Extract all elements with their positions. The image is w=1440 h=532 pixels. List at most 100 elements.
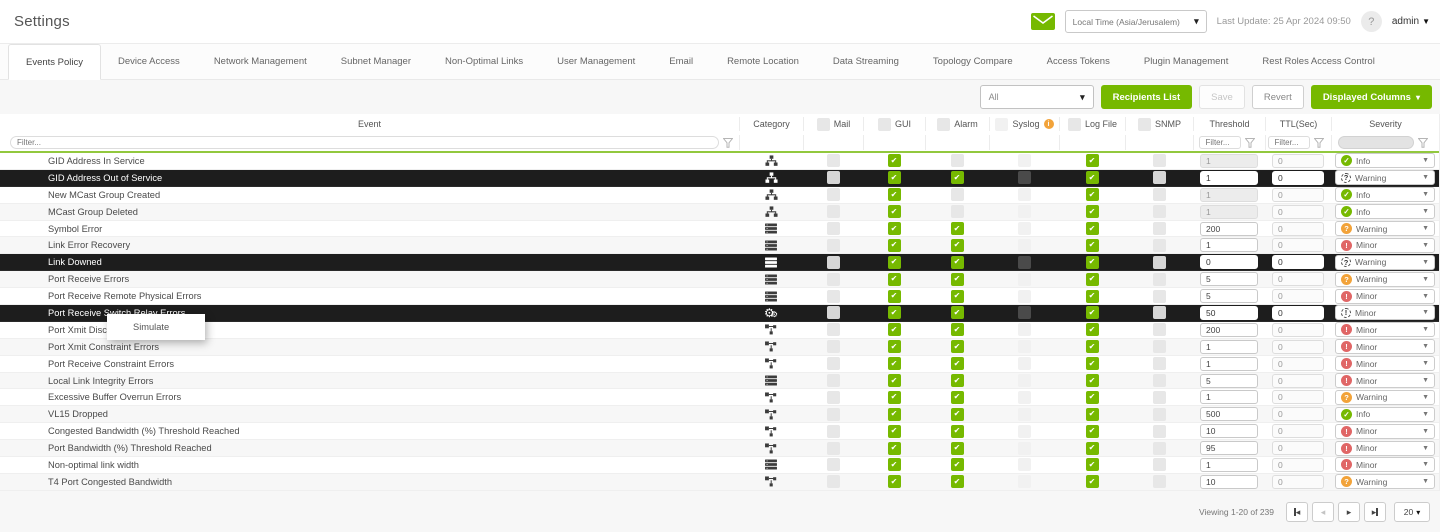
mail-checkbox[interactable]: [827, 323, 840, 336]
gui-checkbox[interactable]: [888, 340, 901, 353]
ttl-input[interactable]: [1272, 458, 1324, 472]
context-menu-item-simulate[interactable]: Simulate: [107, 314, 205, 340]
threshold-input[interactable]: [1200, 323, 1258, 337]
snmp-checkbox[interactable]: [1153, 425, 1166, 438]
syslog-checkbox[interactable]: [1018, 442, 1031, 455]
gui-checkbox[interactable]: [888, 256, 901, 269]
mail-checkbox[interactable]: [827, 442, 840, 455]
event-filter-input[interactable]: [10, 136, 719, 149]
threshold-input[interactable]: [1200, 205, 1258, 219]
table-row[interactable]: VL15 Dropped✓Info▼: [0, 406, 1439, 423]
threshold-input[interactable]: [1200, 458, 1258, 472]
previous-page-button[interactable]: ◂: [1312, 502, 1334, 522]
ttl-input[interactable]: [1272, 424, 1324, 438]
alarm-checkbox[interactable]: [951, 323, 964, 336]
table-row[interactable]: Non-optimal link width!Minor▼: [0, 457, 1439, 474]
threshold-input[interactable]: [1200, 390, 1258, 404]
tab-network-management[interactable]: Network Management: [197, 44, 324, 79]
mail-checkbox[interactable]: [827, 239, 840, 252]
snmp-checkbox[interactable]: [1153, 171, 1166, 184]
severity-select[interactable]: ✓Info▼: [1335, 153, 1435, 168]
alarm-checkbox[interactable]: [951, 306, 964, 319]
threshold-input[interactable]: [1200, 306, 1258, 320]
snmp-checkbox[interactable]: [1153, 222, 1166, 235]
syslog-checkbox[interactable]: [1018, 340, 1031, 353]
syslog-checkbox[interactable]: [1018, 222, 1031, 235]
log-checkbox[interactable]: [1086, 188, 1099, 201]
gui-checkbox[interactable]: [888, 306, 901, 319]
ttl-input[interactable]: [1272, 357, 1324, 371]
tab-topology-compare[interactable]: Topology Compare: [916, 44, 1030, 79]
mail-checkbox[interactable]: [827, 154, 840, 167]
mail-checkbox[interactable]: [827, 171, 840, 184]
save-button[interactable]: Save: [1199, 85, 1245, 109]
threshold-input[interactable]: [1200, 357, 1258, 371]
ttl-input[interactable]: [1272, 205, 1324, 219]
ttl-input[interactable]: [1272, 238, 1324, 252]
severity-select[interactable]: !Minor▼: [1335, 322, 1435, 337]
syslog-checkbox[interactable]: [1018, 273, 1031, 286]
syslog-info-icon[interactable]: i: [1044, 119, 1054, 129]
gui-checkbox[interactable]: [888, 188, 901, 201]
threshold-filter-input[interactable]: [1199, 136, 1241, 149]
syslog-checkbox[interactable]: [1018, 256, 1031, 269]
syslog-checkbox[interactable]: [1018, 239, 1031, 252]
table-row[interactable]: GID Address Out of Service?Warning▼: [0, 170, 1439, 187]
next-page-button[interactable]: ▸: [1338, 502, 1360, 522]
snmp-checkbox[interactable]: [1153, 458, 1166, 471]
severity-select[interactable]: ?Warning▼: [1335, 170, 1435, 185]
snmp-checkbox[interactable]: [1153, 374, 1166, 387]
syslog-checkbox[interactable]: [1018, 306, 1031, 319]
mail-checkbox[interactable]: [827, 340, 840, 353]
gui-checkbox[interactable]: [888, 475, 901, 488]
ttl-input[interactable]: [1272, 306, 1324, 320]
alarm-checkbox[interactable]: [951, 188, 964, 201]
severity-select[interactable]: ?Warning▼: [1335, 221, 1435, 236]
tab-data-streaming[interactable]: Data Streaming: [816, 44, 916, 79]
mail-checkbox[interactable]: [827, 222, 840, 235]
logfile-select-all-checkbox[interactable]: [1068, 118, 1081, 131]
syslog-checkbox[interactable]: [1018, 188, 1031, 201]
tab-subnet-manager[interactable]: Subnet Manager: [324, 44, 428, 79]
snmp-checkbox[interactable]: [1153, 256, 1166, 269]
alarm-select-all-checkbox[interactable]: [937, 118, 950, 131]
mail-icon[interactable]: [1031, 13, 1055, 30]
tab-access-tokens[interactable]: Access Tokens: [1030, 44, 1127, 79]
snmp-checkbox[interactable]: [1153, 357, 1166, 370]
table-row[interactable]: T4 Port Congested Bandwidth?Warning▼: [0, 474, 1439, 491]
snmp-select-all-checkbox[interactable]: [1138, 118, 1151, 131]
mail-checkbox[interactable]: [827, 408, 840, 421]
mail-checkbox[interactable]: [827, 391, 840, 404]
table-row[interactable]: Link Error Recovery!Minor▼: [0, 237, 1439, 254]
alarm-checkbox[interactable]: [951, 475, 964, 488]
syslog-checkbox[interactable]: [1018, 391, 1031, 404]
log-checkbox[interactable]: [1086, 425, 1099, 438]
severity-select[interactable]: !Minor▼: [1335, 289, 1435, 304]
first-page-button[interactable]: ◂: [1286, 502, 1308, 522]
syslog-checkbox[interactable]: [1018, 475, 1031, 488]
syslog-select-all-checkbox[interactable]: [995, 118, 1008, 131]
page-size-select[interactable]: 20 ▾: [1394, 502, 1430, 522]
threshold-input[interactable]: [1200, 424, 1258, 438]
syslog-checkbox[interactable]: [1018, 408, 1031, 421]
severity-select[interactable]: ?Warning▼: [1335, 272, 1435, 287]
severity-select[interactable]: ?Warning▼: [1335, 255, 1435, 270]
gui-checkbox[interactable]: [888, 205, 901, 218]
mail-checkbox[interactable]: [827, 256, 840, 269]
ttl-input[interactable]: [1272, 255, 1324, 269]
table-row[interactable]: Port Receive Constraint Errors!Minor▼: [0, 356, 1439, 373]
gui-select-all-checkbox[interactable]: [878, 118, 891, 131]
gui-checkbox[interactable]: [888, 290, 901, 303]
tab-remote-location[interactable]: Remote Location: [710, 44, 816, 79]
ttl-filter-input[interactable]: [1268, 136, 1310, 149]
log-checkbox[interactable]: [1086, 442, 1099, 455]
severity-filter-select[interactable]: [1338, 136, 1414, 149]
log-checkbox[interactable]: [1086, 256, 1099, 269]
log-checkbox[interactable]: [1086, 273, 1099, 286]
gui-checkbox[interactable]: [888, 357, 901, 370]
snmp-checkbox[interactable]: [1153, 205, 1166, 218]
log-checkbox[interactable]: [1086, 374, 1099, 387]
snmp-checkbox[interactable]: [1153, 323, 1166, 336]
tab-email[interactable]: Email: [652, 44, 710, 79]
snmp-checkbox[interactable]: [1153, 475, 1166, 488]
